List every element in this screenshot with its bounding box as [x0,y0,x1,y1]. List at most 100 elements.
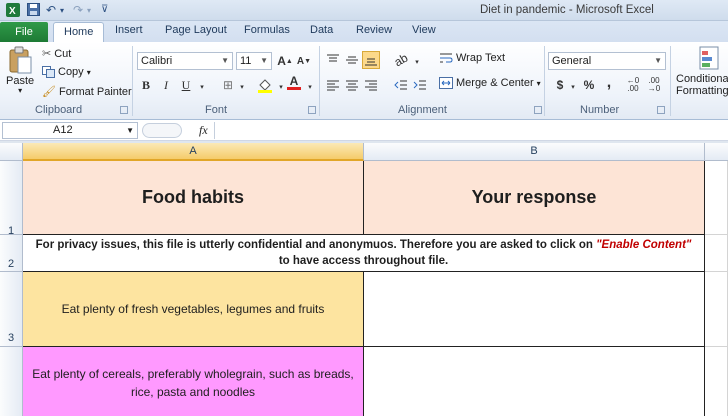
cell-a1[interactable]: Food habits [23,161,364,235]
font-color-dropdown-icon[interactable]: ▾ [301,78,319,96]
font-name-value: Calibri [141,55,173,67]
tab-home[interactable]: Home [53,22,105,43]
align-middle-icon[interactable] [343,51,361,69]
number-launcher-icon[interactable] [657,106,665,114]
bold-button[interactable]: B [137,76,155,94]
align-top-icon[interactable] [324,51,342,69]
tab-formulas[interactable]: Formulas [244,24,290,36]
orientation-dropdown-icon[interactable]: ▾ [408,53,426,71]
cell-text: Eat plenty of fresh vegetables, legumes … [61,302,325,316]
row-header-2[interactable]: 2 [0,235,23,272]
cell-text: Food habits [142,187,244,207]
align-right-icon[interactable] [362,76,380,94]
number-format-value: General [552,55,592,67]
cell-a4[interactable]: Eat plenty of cereals, preferably wholeg… [23,347,364,416]
align-left-icon[interactable] [324,76,342,94]
tab-insert[interactable]: Insert [115,24,143,36]
save-icon[interactable] [27,3,40,19]
cell-a2-merged[interactable]: For privacy issues, this file is utterly… [23,235,705,272]
merge-dropdown-icon[interactable]: ▾ [537,79,541,88]
format-painter-label: Format Painter [58,85,132,98]
divider [670,46,671,116]
format-painter-icon: 🖌 [42,86,56,98]
wrap-text-label: Wrap Text [456,52,506,64]
cell-c2[interactable] [705,235,728,272]
cut-button[interactable]: ✂ Cut [42,47,71,61]
merge-center-icon [439,77,453,89]
tab-page-layout[interactable]: Page Layout [165,24,227,36]
chevron-down-icon[interactable]: ▼ [126,123,134,138]
align-center-icon[interactable] [343,76,361,94]
conditional-formatting-icon [698,45,722,73]
paste-button[interactable]: Paste ▾ [6,46,34,95]
percent-button[interactable]: % [580,76,598,94]
tab-file[interactable]: File [0,22,48,42]
formula-bar-splitter[interactable] [142,123,182,138]
italic-button[interactable]: I [157,76,175,94]
chevron-down-icon: ▼ [654,56,662,65]
row-header-1[interactable]: 1 [0,161,23,237]
redo-icon[interactable]: ↷ [73,3,83,17]
select-all-button[interactable] [0,143,23,161]
alignment-launcher-icon[interactable] [534,106,542,114]
font-group-label: Font [205,104,228,116]
increase-decimal-icon[interactable]: ←0.00 [624,76,642,94]
comma-button[interactable]: , [600,74,618,92]
undo-icon[interactable]: ↶ [46,3,56,17]
copy-label: Copy [58,66,84,78]
undo-dropdown-icon[interactable]: ▾ [60,6,64,15]
font-launcher-icon[interactable] [308,106,316,114]
window-title: Diet in pandemic - Microsoft Excel [480,4,654,16]
underline-dropdown-icon[interactable]: ▾ [193,78,211,96]
row-header-4[interactable] [0,347,23,416]
insert-function-button[interactable]: fx [199,123,208,138]
font-name-combo[interactable]: Calibri ▼ [137,52,233,70]
tab-view[interactable]: View [412,24,436,36]
column-header-a[interactable]: A [23,143,364,161]
customize-toolbar-icon[interactable]: ⊽ [101,4,108,15]
cell-b4[interactable] [364,347,705,416]
shrink-font-icon[interactable]: A ▼ [295,52,313,70]
column-header-c[interactable] [705,143,728,161]
chevron-down-icon: ▼ [260,56,268,65]
grow-font-icon[interactable]: A ▲ [276,52,294,70]
increase-indent-icon[interactable] [411,76,429,94]
format-painter-button[interactable]: 🖌 Format Painter [42,85,132,99]
cell-a3[interactable]: Eat plenty of fresh vegetables, legumes … [23,272,364,347]
clipboard-launcher-icon[interactable] [120,106,128,114]
conditional-formatting-button[interactable]: Conditional Formatting [676,45,728,97]
borders-dropdown-icon[interactable]: ▾ [233,78,251,96]
decrease-decimal-icon[interactable]: .00 →0 [645,76,663,94]
number-format-combo[interactable]: General ▼ [548,52,666,70]
formula-input[interactable] [220,124,720,138]
align-bottom-icon[interactable] [362,51,380,69]
column-header-b[interactable]: B [364,143,705,161]
clipboard-group-label: Clipboard [35,104,83,116]
merge-center-button[interactable]: Merge & Center ▾ [439,77,541,89]
font-size-combo[interactable]: 11 ▼ [236,52,272,70]
redo-dropdown-icon[interactable]: ▾ [87,6,91,15]
name-box[interactable]: A12 ▼ [2,122,138,139]
copy-dropdown-icon[interactable]: ▾ [87,68,91,77]
cell-b3[interactable] [364,272,705,347]
tab-review[interactable]: Review [356,24,392,36]
cell-c4[interactable] [705,347,728,416]
cell-c1[interactable] [705,161,728,235]
copy-button[interactable]: Copy ▾ [42,66,91,78]
paste-icon [7,46,33,74]
wrap-text-button[interactable]: Wrap Text [439,52,505,64]
number-group-label: Number [580,104,620,116]
decrease-indent-icon[interactable] [392,76,410,94]
enable-content-highlight: "Enable Content" [596,239,692,251]
cell-c3[interactable] [705,272,728,347]
cell-b1[interactable]: Your response [364,161,705,235]
conditional-formatting-label-1: Conditional [676,73,728,85]
cell-text: Your response [471,187,597,207]
tab-data[interactable]: Data [310,24,333,36]
formula-bar: A12 ▼ fx [0,120,728,141]
alignment-group-label: Alignment [398,104,447,116]
row-header-3[interactable]: 3 [0,272,23,347]
divider [319,46,320,116]
paste-dropdown-icon[interactable]: ▾ [18,86,22,95]
name-box-value: A12 [53,124,73,136]
